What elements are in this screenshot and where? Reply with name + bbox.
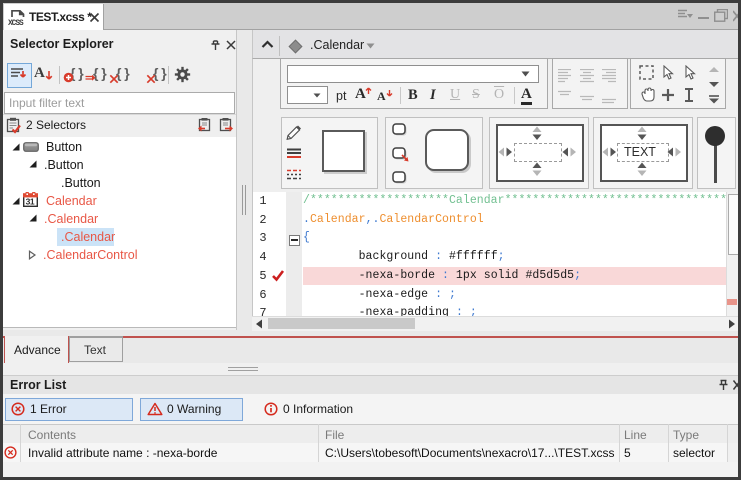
svg-text:XCSS: XCSS [8,20,24,26]
svg-text:31: 31 [26,196,35,206]
